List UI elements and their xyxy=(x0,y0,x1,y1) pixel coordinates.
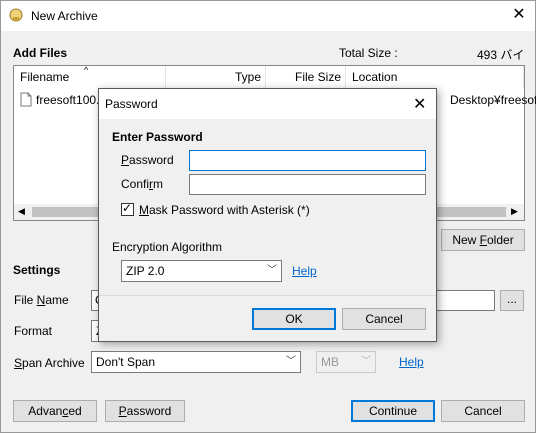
total-size-label: Total Size : xyxy=(339,46,398,60)
mask-password-label: Mask Password with Asterisk (*) xyxy=(139,203,310,217)
dialog-title-bar: Password ✕ xyxy=(99,89,436,119)
dialog-title: Password xyxy=(105,97,158,111)
password-input[interactable] xyxy=(189,150,426,171)
span-help-link[interactable]: Help xyxy=(399,355,424,369)
password-dialog: Password ✕ Enter Password Password Confi… xyxy=(98,88,437,342)
dialog-cancel-button[interactable]: Cancel xyxy=(342,308,426,330)
sort-up-icon: ^ xyxy=(84,65,89,75)
file-location-cell: Desktop¥freesoft xyxy=(450,93,536,107)
settings-heading: Settings xyxy=(13,263,61,277)
encryption-select[interactable]: ZIP 2.0 ﹀ xyxy=(121,260,282,282)
advanced-button[interactable]: Advanced xyxy=(13,400,97,422)
new-folder-button[interactable]: New Folder xyxy=(441,229,525,251)
add-files-heading: Add Files xyxy=(13,46,68,60)
confirm-label: Confirm xyxy=(121,177,164,191)
encryption-help-link[interactable]: Help xyxy=(292,264,317,278)
title-bar: New Archive ✕ xyxy=(1,1,535,31)
ok-button[interactable]: OK xyxy=(252,308,336,330)
file-name-cell: freesoft100.t xyxy=(36,93,103,107)
checkmark-icon: ✓ xyxy=(122,201,133,215)
password-label: Password xyxy=(121,153,174,167)
dialog-close-icon[interactable]: ✕ xyxy=(413,94,426,114)
column-header-filename[interactable]: Filename ^ xyxy=(14,65,166,88)
password-button[interactable]: Password xyxy=(105,400,185,422)
chevron-down-icon: ﹀ xyxy=(361,356,371,367)
dialog-divider xyxy=(99,295,436,296)
span-archive-select[interactable]: Don't Span ﹀ xyxy=(91,351,301,373)
encryption-heading: Encryption Algorithm xyxy=(112,240,223,254)
chevron-down-icon: ﹀ xyxy=(267,265,277,276)
format-label: Format xyxy=(14,324,53,338)
column-header-type[interactable]: Type xyxy=(166,66,266,88)
column-header-file-size[interactable]: File Size xyxy=(266,66,346,88)
mask-password-checkbox[interactable]: ✓ xyxy=(121,201,134,216)
column-header-location[interactable]: Location xyxy=(346,66,524,88)
continue-button[interactable]: Continue xyxy=(351,400,435,422)
confirm-input[interactable] xyxy=(189,174,426,195)
window-title: New Archive xyxy=(31,9,98,23)
scroll-left-icon[interactable]: ◀ xyxy=(18,206,25,217)
browse-button[interactable]: ... xyxy=(500,290,524,311)
enter-password-heading: Enter Password xyxy=(112,130,203,144)
file-name-label: File Name xyxy=(14,293,69,307)
scroll-right-icon[interactable]: ▶ xyxy=(511,206,518,217)
chevron-down-icon: ﹀ xyxy=(286,356,296,367)
cancel-button[interactable]: Cancel xyxy=(441,400,525,422)
file-icon xyxy=(20,92,32,107)
close-icon[interactable]: ✕ xyxy=(508,5,530,25)
span-archive-label: Span Archive xyxy=(14,356,85,370)
app-icon xyxy=(9,8,23,22)
span-unit-select: MB ﹀ xyxy=(316,351,376,373)
